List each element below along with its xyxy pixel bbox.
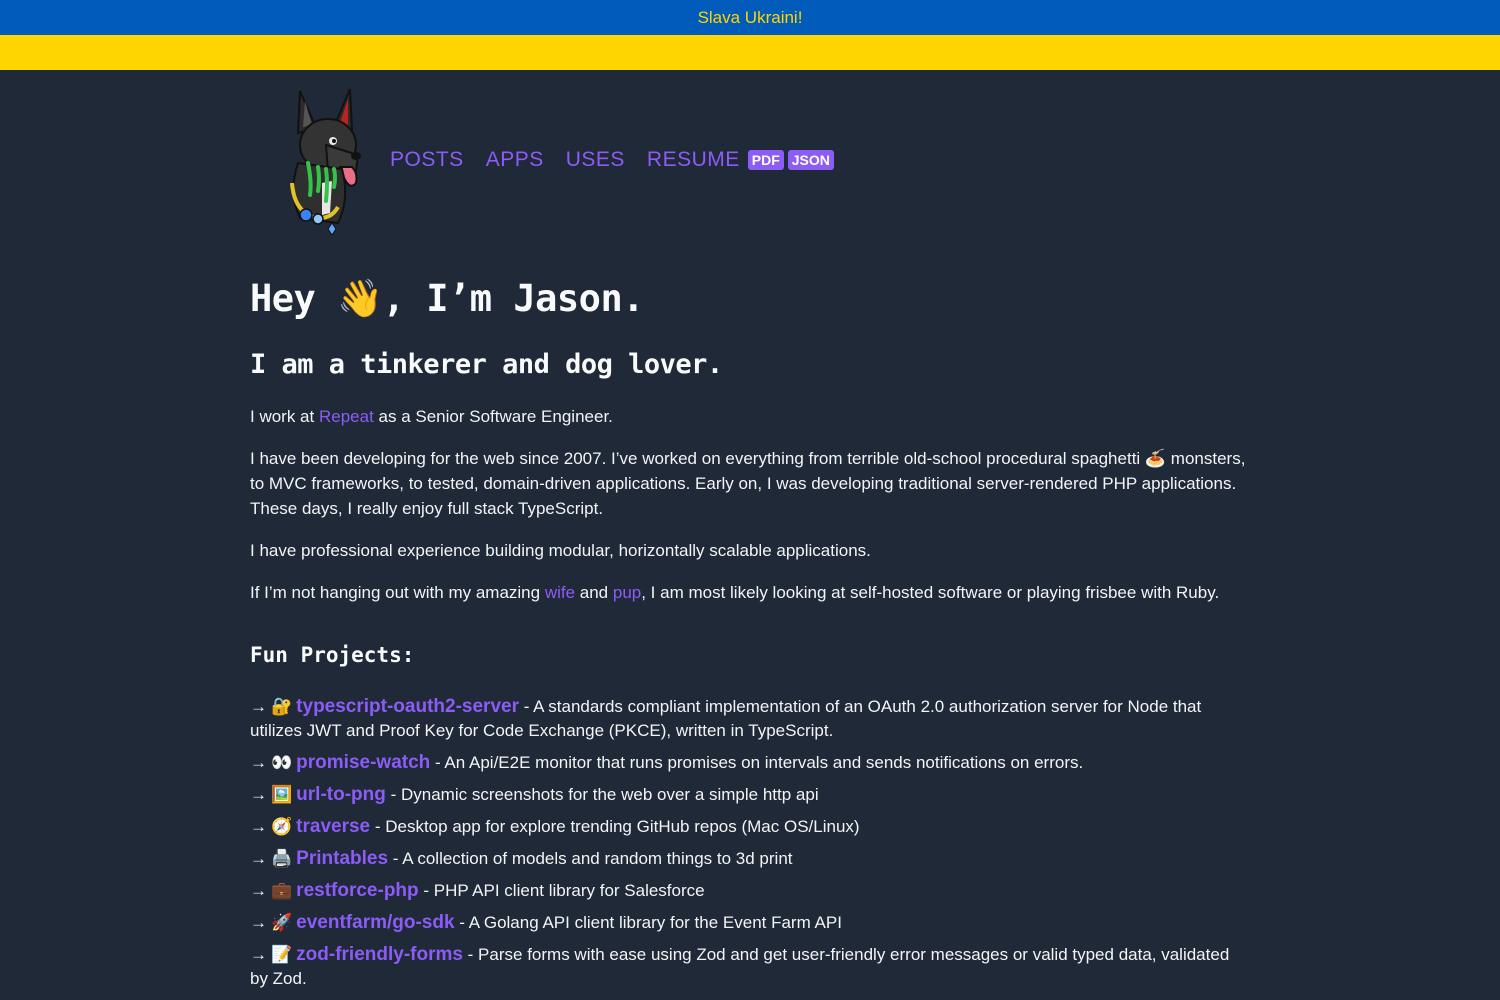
arrow-icon: → — [250, 913, 267, 932]
project-link-url-to-png[interactable]: url-to-png — [296, 784, 386, 805]
project-link-traverse[interactable]: traverse — [296, 816, 370, 837]
rocket-icon: 🚀 — [271, 913, 293, 932]
project-description: - Desktop app for explore trending GitHu… — [370, 817, 860, 836]
project-description: - An Api/E2E monitor that runs promises … — [430, 753, 1084, 772]
hero-greeting-pre: Hey — [250, 277, 338, 320]
dog-avatar-svg — [290, 88, 361, 236]
project-item: → 🚀 eventfarm/go-sdk - A Golang API client… — [250, 911, 1250, 935]
project-link-printables[interactable]: Printables — [296, 848, 388, 869]
about-experience: I have professional experience building … — [250, 541, 871, 560]
project-link-zod-friendly-forms[interactable]: zod-friendly-forms — [296, 944, 463, 965]
compass-icon: 🧭 — [271, 817, 293, 836]
arrow-icon: → — [250, 817, 267, 836]
waving-hand-icon: 👋 — [337, 277, 383, 320]
framed-picture-icon: 🖼️ — [271, 785, 293, 804]
site-header: POSTS APPS USES RESUME PDF JSON — [250, 70, 1250, 250]
projects-heading: Fun Projects: — [250, 643, 415, 667]
ukraine-banner: Slava Ukraini! — [0, 0, 1500, 35]
pup-link[interactable]: pup — [613, 583, 641, 602]
hero-heading: Hey 👋, I’m Jason. — [250, 277, 1250, 321]
about-work: I work at Repeat as a Senior Software En… — [250, 404, 1250, 429]
project-item: → 🖨️ Printables - A collection of models a… — [250, 847, 1250, 871]
project-item: → 🧭 traverse - Desktop app for explore tre… — [250, 815, 1250, 839]
about-personal-pre: If I’m not hanging out with my amazing — [250, 583, 545, 602]
about-personal-mid: and — [575, 583, 613, 602]
project-item: → 🖼️ url-to-png - Dynamic screenshots for … — [250, 783, 1250, 807]
resume-pdf-badge[interactable]: PDF — [747, 150, 784, 170]
project-link-typescript-oauth2-server[interactable]: typescript-oauth2-server — [296, 696, 519, 717]
project-link-promise-watch[interactable]: promise-watch — [296, 752, 430, 773]
arrow-icon: → — [250, 945, 267, 964]
main-nav: POSTS APPS USES RESUME PDF JSON — [390, 148, 834, 172]
project-item: → 🔐 typescript-oauth2-server - A standards… — [250, 695, 1250, 743]
wife-link[interactable]: wife — [545, 583, 575, 602]
project-item: → 👀 promise-watch - An Api/E2E monitor tha… — [250, 751, 1250, 775]
about-history: I have been developing for the web since… — [250, 449, 1246, 518]
banner-text: Slava Ukraini! — [697, 7, 803, 27]
project-description: - A Golang API client library for the Ev… — [454, 913, 842, 932]
hero-greeting-post: , I’m Jason. — [382, 277, 645, 320]
about-personal: If I’m not hanging out with my amazing w… — [250, 580, 1250, 605]
ukraine-banner-yellow — [0, 35, 1500, 70]
eyes-icon: 👀 — [271, 753, 293, 772]
about-work-pre: I work at — [250, 407, 319, 426]
projects-list: → 🔐 typescript-oauth2-server - A standards… — [250, 695, 1250, 991]
resume-json-badge[interactable]: JSON — [787, 150, 834, 170]
tagline: I am a tinkerer and dog lover. — [250, 349, 723, 380]
lock-key-icon: 🔐 — [271, 697, 293, 716]
briefcase-icon: 💼 — [271, 881, 293, 900]
arrow-icon: → — [250, 849, 267, 868]
project-item: → 📝 zod-friendly-forms - Parse forms with … — [250, 943, 1250, 991]
project-link-restforce-php[interactable]: restforce-php — [296, 880, 418, 901]
repeat-link[interactable]: Repeat — [319, 407, 374, 426]
arrow-icon: → — [250, 785, 267, 804]
about-work-post: as a Senior Software Engineer. — [373, 407, 613, 426]
memo-icon: 📝 — [271, 945, 293, 964]
nav-resume[interactable]: RESUME — [647, 148, 740, 172]
page-container: POSTS APPS USES RESUME PDF JSON Hey 👋, I… — [250, 70, 1250, 991]
nav-apps[interactable]: APPS — [486, 148, 544, 172]
arrow-icon: → — [250, 881, 267, 900]
printer-icon: 🖨️ — [271, 849, 293, 868]
dog-avatar-icon[interactable] — [268, 80, 378, 240]
nav-posts[interactable]: POSTS — [390, 148, 464, 172]
project-item: → 💼 restforce-php - PHP API client library… — [250, 879, 1250, 903]
arrow-icon: → — [250, 697, 267, 716]
project-description: - A collection of models and random thin… — [388, 849, 793, 868]
project-link-eventfarm-go-sdk[interactable]: eventfarm/go-sdk — [296, 912, 454, 933]
project-description: - Dynamic screenshots for the web over a… — [385, 785, 819, 804]
nav-uses[interactable]: USES — [566, 148, 625, 172]
arrow-icon: → — [250, 753, 267, 772]
about-personal-post: , I am most likely looking at self-hoste… — [641, 583, 1220, 602]
project-description: - PHP API client library for Salesforce — [418, 881, 705, 900]
